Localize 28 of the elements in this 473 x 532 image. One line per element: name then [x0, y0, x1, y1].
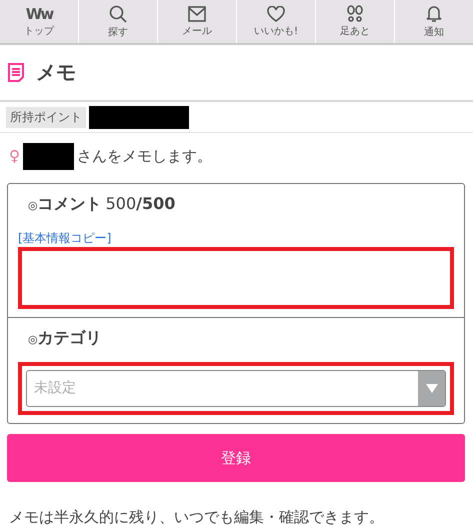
memo-note: メモは半永久的に残り、いつでも編集・確認できます。 [9, 508, 385, 527]
char-count: 500 [106, 194, 136, 213]
char-max: /500 [136, 194, 176, 213]
category-label: カテゴリ [38, 328, 102, 349]
memo-target-text: さんをメモします。 [77, 146, 212, 166]
memo-icon [8, 63, 24, 82]
nav-item[interactable]: Ww トップ [0, 0, 78, 43]
bell-icon [426, 4, 442, 22]
redaction-block [23, 142, 74, 170]
comment-label: コメント [38, 194, 102, 215]
register-button[interactable]: 登録 [7, 434, 465, 482]
points-label: 所持ポイント [6, 106, 86, 128]
nav-item[interactable]: メール [157, 0, 236, 43]
logo: Ww [26, 6, 52, 22]
nav-item[interactable]: いいかも! [236, 0, 315, 43]
nav-item[interactable]: 足あと [315, 0, 394, 43]
female-symbol: ♀ [9, 147, 20, 165]
double-circle-mark: ◎ [28, 333, 38, 346]
envelope-icon [188, 6, 206, 22]
heart-icon [267, 6, 285, 22]
dropdown-arrow-icon [426, 384, 438, 393]
nav-item[interactable]: 通知 [394, 0, 473, 43]
search-icon [109, 4, 127, 22]
nav-item[interactable]: 探す [78, 0, 157, 43]
double-circle-mark: ◎ [28, 199, 38, 212]
footprints-icon [347, 5, 363, 22]
copy-link[interactable]: [基本情報コピー] [18, 230, 454, 247]
page-title: メモ [36, 59, 76, 86]
